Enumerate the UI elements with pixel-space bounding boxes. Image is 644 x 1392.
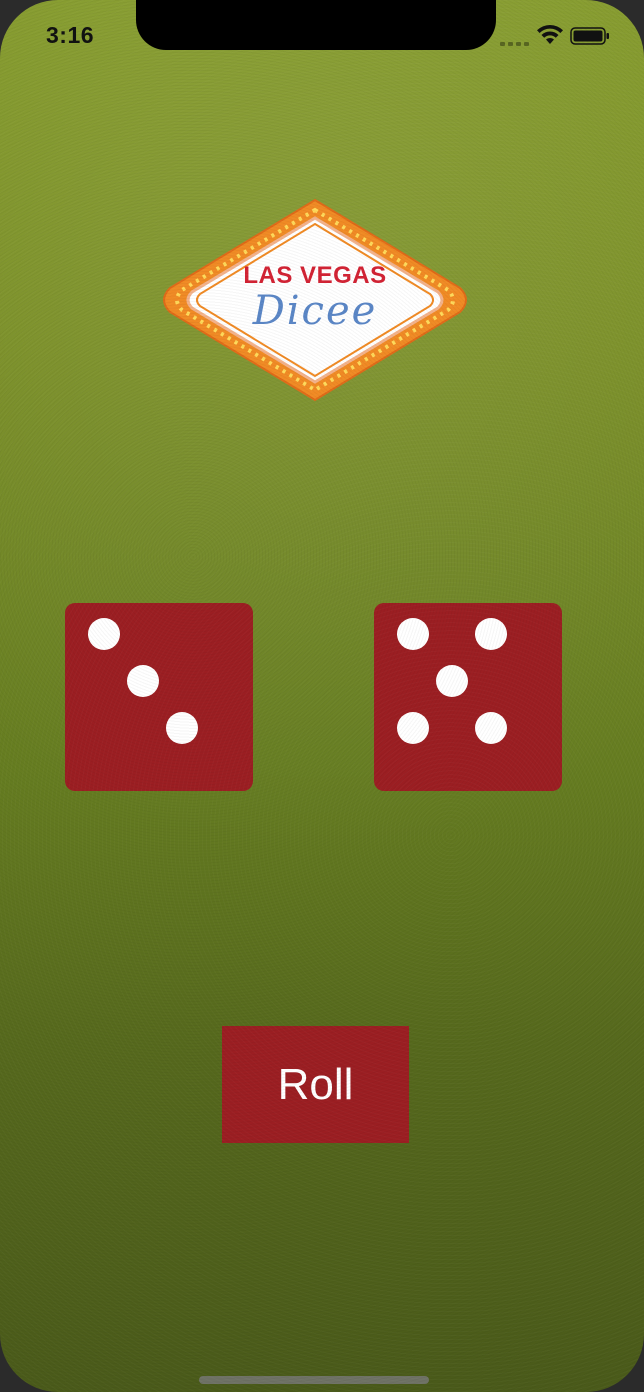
app-screen: 3:16 LAS VEGAS Dicee Roll: [0, 0, 644, 1392]
right-die: [374, 603, 562, 791]
die-pip: [397, 618, 429, 650]
battery-icon: [570, 27, 609, 45]
status-bar: 3:16: [0, 0, 644, 70]
las-vegas-dicee-logo: LAS VEGAS Dicee: [160, 196, 470, 406]
die-pip: [397, 712, 429, 744]
left-die: [65, 603, 253, 791]
roll-button[interactable]: Roll: [222, 1026, 409, 1143]
die-pip: [436, 665, 468, 697]
home-indicator[interactable]: [199, 1376, 429, 1384]
logo-subtitle: Dicee: [252, 288, 378, 334]
wifi-icon: [537, 24, 563, 44]
die-pip: [475, 618, 507, 650]
die-pip: [127, 665, 159, 697]
signal-icon: [500, 38, 534, 46]
notch: [136, 0, 496, 50]
die-pip: [88, 618, 120, 650]
die-pip: [475, 712, 507, 744]
status-time: 3:16: [46, 22, 95, 48]
die-pip: [166, 712, 198, 744]
logo-title: LAS VEGAS: [243, 262, 387, 289]
